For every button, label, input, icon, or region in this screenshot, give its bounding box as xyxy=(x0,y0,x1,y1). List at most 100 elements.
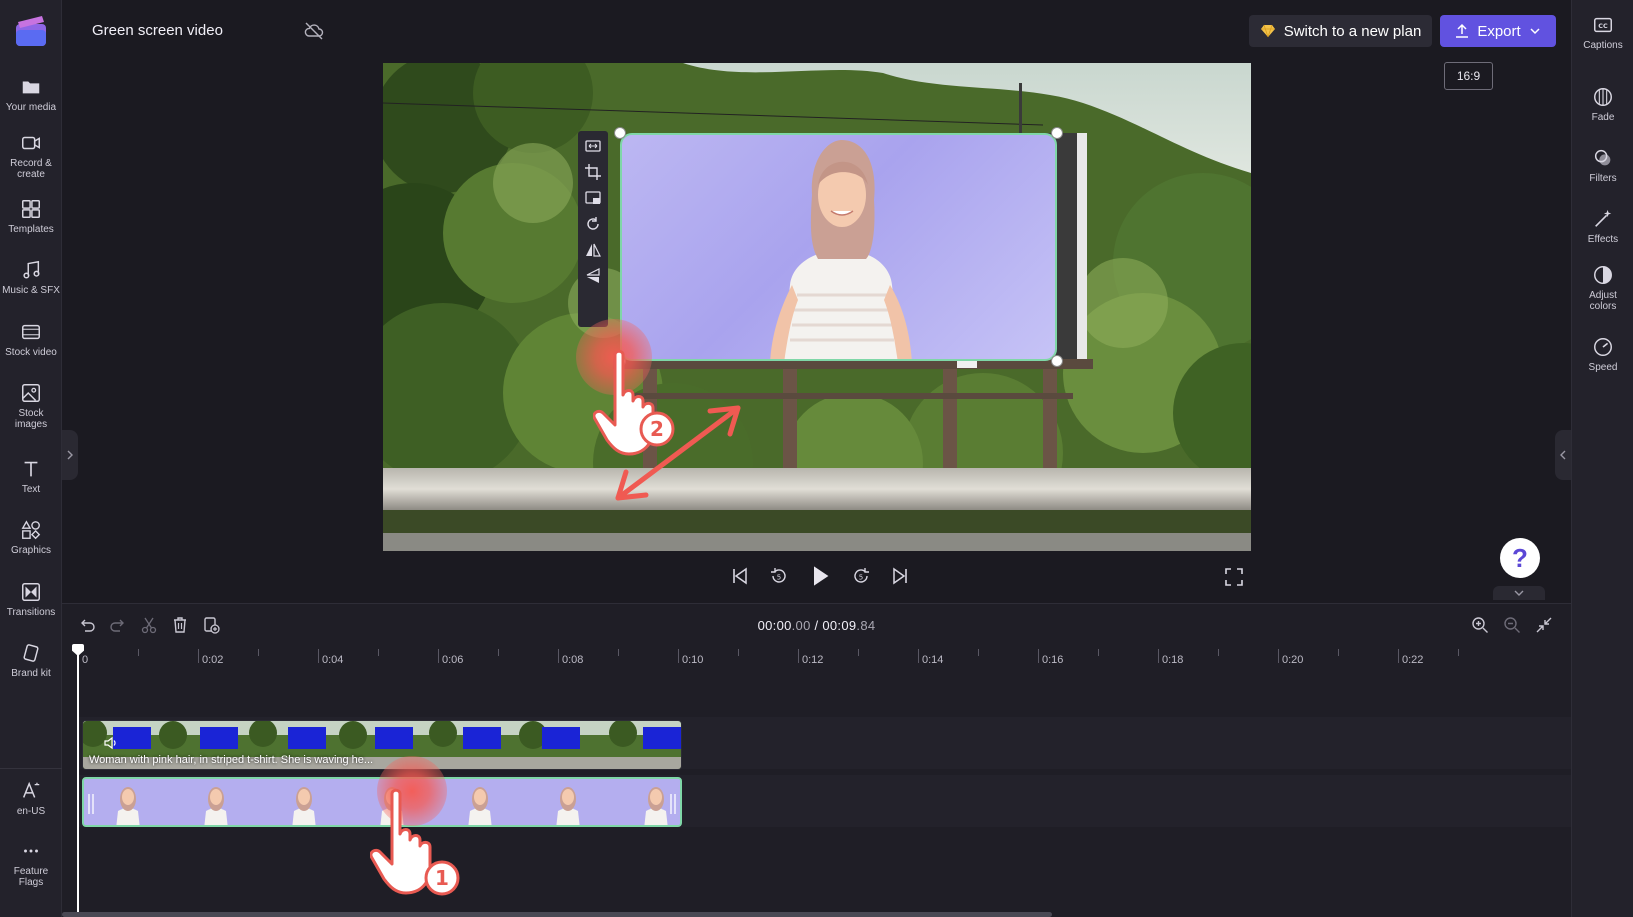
shapes-icon xyxy=(21,520,41,540)
ruler-major-tick xyxy=(1398,649,1399,663)
flip-horizontal-icon[interactable] xyxy=(584,241,602,259)
help-button[interactable]: ? xyxy=(1500,538,1540,578)
image-icon xyxy=(22,384,40,402)
billboard-video-clip[interactable]: Woman with pink hair, in striped t-shirt… xyxy=(82,720,682,770)
sidebar-item-label: en-US xyxy=(16,806,46,817)
current-time-ms: .00 xyxy=(791,618,811,633)
sidebar-item-label: Text xyxy=(21,484,41,495)
ruler-time-label: 0 xyxy=(82,654,89,666)
resize-handle-bottom-right[interactable] xyxy=(1051,355,1063,367)
ruler-time-label: 0:02 xyxy=(202,654,224,666)
resize-handle-top-right[interactable] xyxy=(1051,127,1063,139)
sidebar-item-feature-flags[interactable]: Feature Flags xyxy=(0,840,62,888)
rotate-icon[interactable] xyxy=(584,215,602,233)
ruler-minor-tick xyxy=(1218,649,1219,656)
sidebar-item-templates[interactable]: Templates xyxy=(0,198,62,235)
clip-trim-handle-left[interactable] xyxy=(88,794,94,814)
left-panel-expand-button[interactable] xyxy=(62,430,78,480)
sidebar-item-stock-images[interactable]: Stock images xyxy=(0,382,62,430)
help-collapse-button[interactable] xyxy=(1493,586,1545,600)
switch-plan-button[interactable]: Switch to a new plan xyxy=(1249,15,1432,47)
sidebar-item-record-create[interactable]: Record & create xyxy=(0,132,62,180)
ruler-time-label: 0:20 xyxy=(1282,654,1304,666)
clipchamp-logo[interactable] xyxy=(14,14,48,48)
ruler-major-tick xyxy=(198,649,199,663)
ruler-time-label: 0:16 xyxy=(1042,654,1064,666)
sidebar-item-label: Brand kit xyxy=(11,668,51,679)
panel-item-effects[interactable]: Effects xyxy=(1572,208,1633,245)
skip-to-end-icon[interactable] xyxy=(890,566,910,586)
panel-item-filters[interactable]: Filters xyxy=(1572,147,1633,184)
panel-item-adjust-colors[interactable]: Adjust colors xyxy=(1572,264,1633,312)
contrast-icon xyxy=(1594,266,1612,284)
video-camera-icon xyxy=(22,136,40,150)
zoom-out-icon[interactable] xyxy=(1503,616,1521,634)
time-separator: / xyxy=(810,618,823,633)
ruler-minor-tick xyxy=(1338,649,1339,656)
panel-item-label: Fade xyxy=(1591,112,1615,123)
skip-to-start-icon[interactable] xyxy=(730,566,750,586)
sidebar-item-label: Stock video xyxy=(5,347,57,358)
play-icon[interactable] xyxy=(808,564,832,588)
upload-icon xyxy=(1456,23,1469,38)
sidebar-item-text[interactable]: Text xyxy=(0,458,62,495)
diamond-icon xyxy=(1260,24,1275,38)
sidebar-item-transitions[interactable]: Transitions xyxy=(0,581,62,618)
current-time: 00:00 xyxy=(757,618,792,633)
sidebar-item-music-sfx[interactable]: Music & SFX xyxy=(0,259,62,296)
rewind-5-seconds-icon[interactable]: 5 xyxy=(769,566,789,586)
zoom-in-icon[interactable] xyxy=(1471,616,1489,634)
chevron-left-icon xyxy=(1560,450,1566,460)
sidebar-item-label: Transitions xyxy=(6,607,56,618)
export-label: Export xyxy=(1477,22,1521,40)
sidebar-item-graphics[interactable]: Graphics xyxy=(0,519,62,556)
ruler-minor-tick xyxy=(498,649,499,656)
sidebar-item-label: Templates xyxy=(8,224,54,235)
sidebar-item-stock-video[interactable]: Stock video xyxy=(0,321,62,358)
project-title[interactable]: Green screen video xyxy=(92,22,223,39)
ruler-major-tick xyxy=(798,649,799,663)
timeline-ruler[interactable]: 0 0:02 0:04 0:06 0:08 0:10 0:12 0:14 0:16 0:18 0:2… xyxy=(78,649,1558,675)
language-icon xyxy=(22,781,40,798)
floating-object-toolbar xyxy=(578,131,608,327)
svg-text:CC: CC xyxy=(1598,22,1608,30)
panel-item-fade[interactable]: Fade xyxy=(1572,86,1633,123)
fit-timeline-icon[interactable] xyxy=(1535,616,1553,634)
timeline-horizontal-scrollbar[interactable] xyxy=(62,912,1052,917)
aspect-ratio-button[interactable]: 16:9 xyxy=(1444,62,1493,90)
top-header: Green screen video Switch to a new plan … xyxy=(62,0,1571,62)
sidebar-item-label: Graphics xyxy=(10,545,51,556)
fit-to-frame-icon[interactable] xyxy=(584,137,602,155)
ruler-time-label: 0:14 xyxy=(922,654,944,666)
sidebar-item-language[interactable]: en-US xyxy=(0,780,62,817)
panel-item-captions[interactable]: CC Captions xyxy=(1572,14,1633,51)
fullscreen-icon[interactable] xyxy=(1224,567,1244,587)
fade-icon xyxy=(1594,88,1612,106)
sidebar-item-your-media[interactable]: Your media xyxy=(0,76,62,113)
woman-in-striped-tshirt-subject xyxy=(770,140,912,359)
step-1-number: 1 xyxy=(435,866,449,890)
ruler-minor-tick xyxy=(738,649,739,656)
timeline-panel: 00:00.00 / 00:09.84 0 0:02 0:04 0:06 0:08 0:1… xyxy=(62,603,1571,917)
video-preview[interactable]: 2 xyxy=(383,63,1251,551)
export-button[interactable]: Export xyxy=(1440,15,1556,47)
left-sidebar: Your media Record & create Templates Mus… xyxy=(0,0,62,917)
flip-vertical-icon[interactable] xyxy=(584,267,602,285)
panel-item-speed[interactable]: Speed xyxy=(1572,336,1633,373)
sidebar-item-label: Stock images xyxy=(14,408,48,430)
forward-5-seconds-icon[interactable]: 5 xyxy=(851,566,871,586)
folder-icon xyxy=(22,81,40,94)
resize-handle-top-left[interactable] xyxy=(614,127,626,139)
more-dots-icon xyxy=(24,849,38,853)
picture-in-picture-icon[interactable] xyxy=(584,189,602,207)
ruler-major-tick xyxy=(1278,649,1279,663)
playhead-line[interactable] xyxy=(77,648,79,917)
crop-icon[interactable] xyxy=(584,163,602,181)
clip-trim-handle-right[interactable] xyxy=(670,794,676,814)
ruler-minor-tick xyxy=(978,649,979,656)
green-screen-overlay-clip[interactable] xyxy=(620,133,1057,361)
ruler-major-tick xyxy=(318,649,319,663)
right-panel-expand-button[interactable] xyxy=(1555,430,1571,480)
volume-icon[interactable] xyxy=(103,735,119,751)
sidebar-item-brand-kit[interactable]: Brand kit xyxy=(0,642,62,679)
